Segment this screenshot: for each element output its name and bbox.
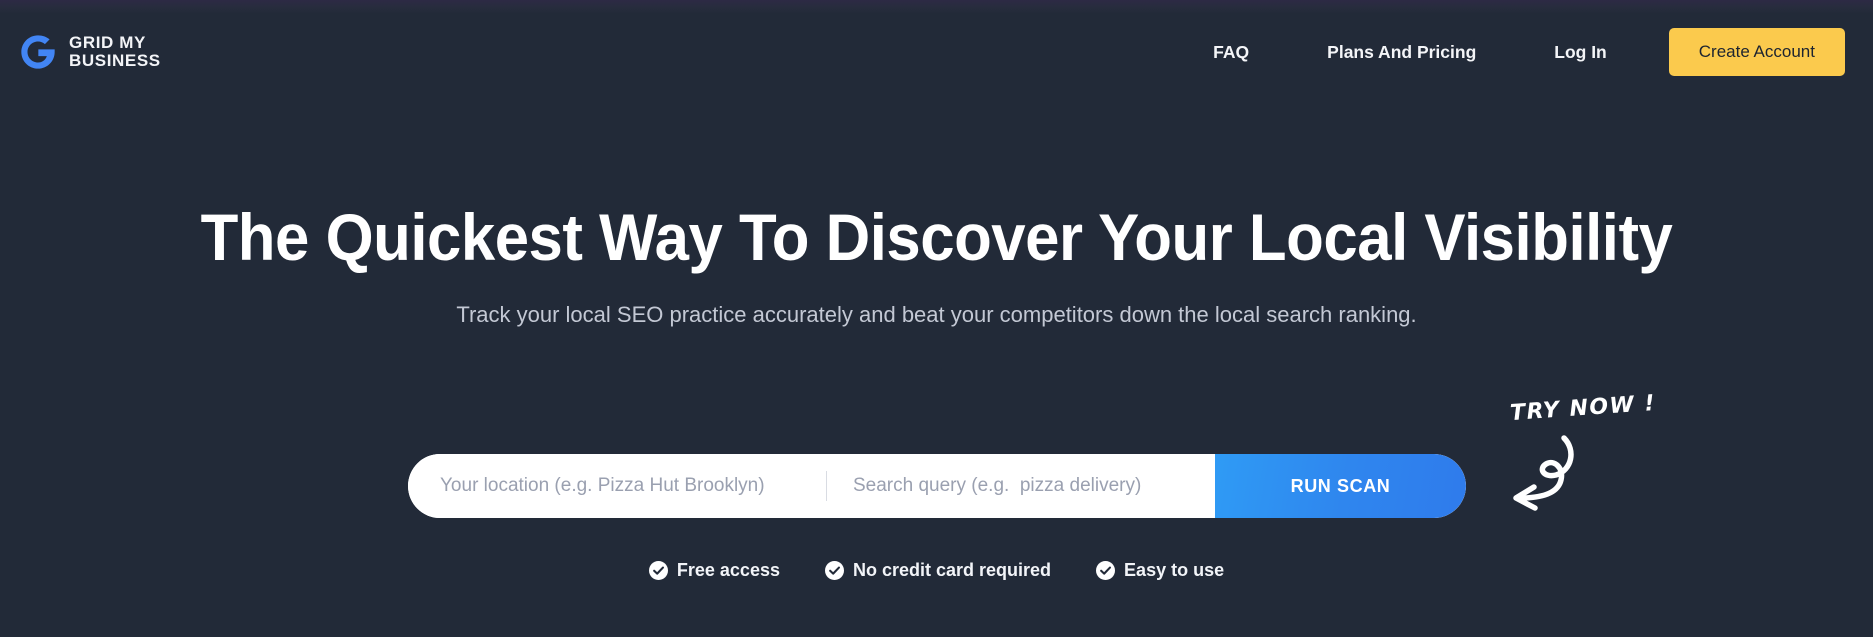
- site-header: GRID MY BUSINESS FAQ Plans And Pricing L…: [0, 0, 1873, 104]
- page-subtitle: Track your local SEO practice accurately…: [456, 302, 1417, 327]
- feature-label: Easy to use: [1124, 560, 1225, 580]
- page-title: The Quickest Way To Discover Your Local …: [200, 200, 1673, 274]
- create-account-button[interactable]: Create Account: [1668, 28, 1845, 76]
- feature-item-free-access: Free access: [648, 560, 780, 581]
- feature-item-no-credit-card: No credit card required: [824, 560, 1052, 581]
- brand-line-1: GRID MY: [69, 32, 146, 52]
- brand-wordmark: GRID MY BUSINESS: [69, 32, 161, 71]
- brand-logo[interactable]: GRID MY BUSINESS: [18, 32, 161, 72]
- feature-item-easy-to-use: Easy to use: [1096, 560, 1224, 581]
- nav-link-plans-and-pricing[interactable]: Plans And Pricing: [1327, 32, 1476, 73]
- brand-line-2: BUSINESS: [69, 51, 161, 70]
- check-circle-icon: [648, 561, 668, 580]
- location-input[interactable]: [408, 454, 826, 518]
- google-g-icon: [21, 35, 55, 69]
- hero-section: The Quickest Way To Discover Your Local …: [0, 104, 1873, 328]
- check-circle-icon: [824, 561, 844, 580]
- try-now-annotation: TRY NOW !: [1509, 391, 1690, 516]
- feature-label: No credit card required: [852, 560, 1052, 580]
- feature-label: Free access: [676, 560, 780, 580]
- search-query-input[interactable]: [827, 454, 1215, 518]
- nav-link-faq[interactable]: FAQ: [1213, 32, 1249, 73]
- feature-list: Free access No credit card required Easy…: [0, 560, 1873, 581]
- try-now-label: TRY NOW !: [1509, 390, 1657, 427]
- nav-link-log-in[interactable]: Log In: [1554, 32, 1606, 73]
- check-circle-icon: [1096, 561, 1116, 580]
- main-navigation: FAQ Plans And Pricing Log In Create Acco…: [1213, 28, 1845, 76]
- run-scan-button[interactable]: RUN SCAN: [1215, 454, 1466, 518]
- scan-search-bar: RUN SCAN: [408, 454, 1466, 518]
- curved-arrow-left-icon: [1513, 435, 1574, 511]
